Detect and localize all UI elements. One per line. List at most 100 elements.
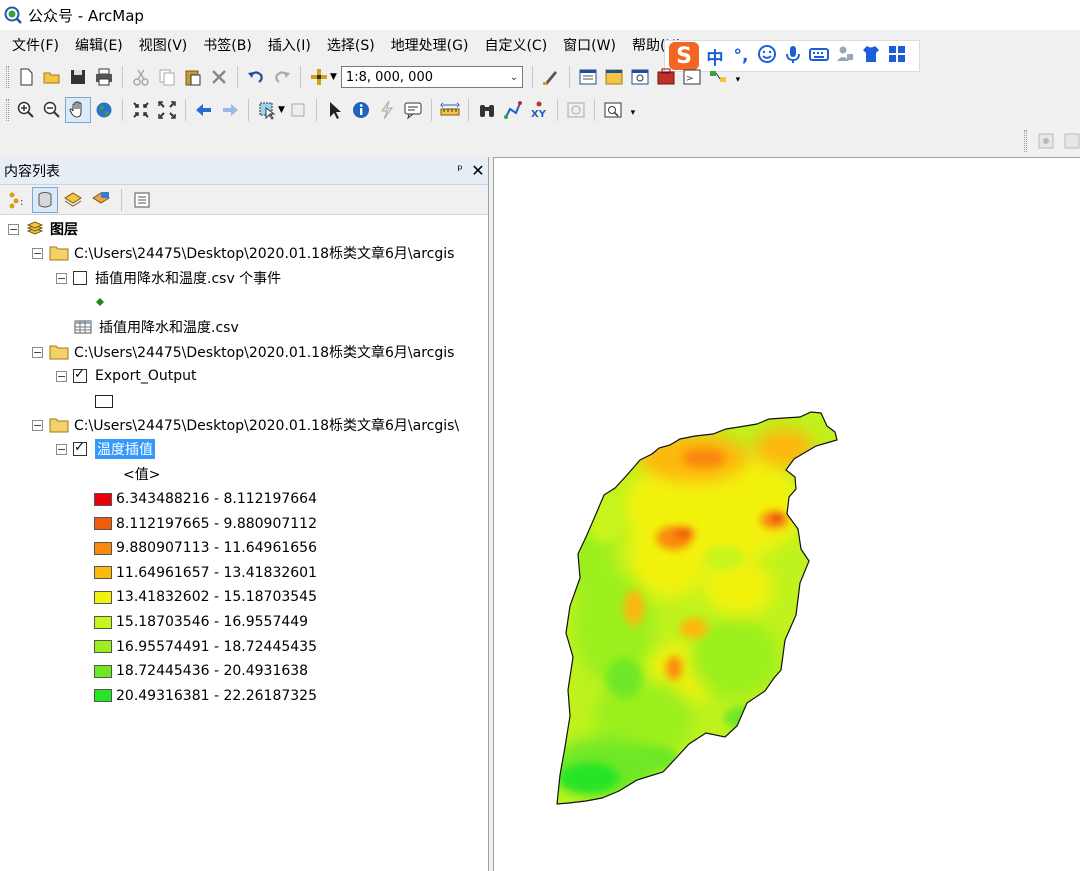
go-back-button[interactable] [191,97,217,123]
cut-button[interactable] [128,64,154,90]
clear-selection-button[interactable] [285,97,311,123]
menu-item-6[interactable]: 地理处理(G) [383,35,477,55]
catalog-window-button[interactable] [601,64,627,90]
collapse-icon[interactable]: − [56,272,67,284]
find-route-button[interactable] [500,97,526,123]
legend-class-row[interactable]: 11.64961657 - 13.41832601 [94,561,317,585]
toc-options-button[interactable] [129,187,155,213]
go-forward-button[interactable] [217,97,243,123]
find-button[interactable] [474,97,500,123]
legend-color-swatch[interactable] [94,615,112,629]
fixed-zoom-out-button[interactable] [154,97,180,123]
legend-class-row[interactable]: 9.880907113 - 11.64961656 [94,536,317,560]
user-icon[interactable] [835,44,855,69]
new-document-button[interactable] [13,64,39,90]
hollow-polygon-symbol[interactable] [95,394,113,408]
select-dropdown-icon[interactable]: ▼ [278,105,285,115]
map-scale-combobox[interactable]: 1:8, 000, 000 ⌄ [340,66,523,88]
list-by-selection-button[interactable] [88,187,114,213]
legend-color-swatch[interactable] [94,689,112,703]
legend-color-swatch[interactable] [94,566,112,580]
collapse-icon[interactable]: − [56,370,67,382]
legend-color-swatch[interactable] [94,664,112,678]
zoom-in-button[interactable] [13,97,39,123]
fixed-zoom-in-button[interactable] [128,97,154,123]
map-canvas[interactable] [494,158,1080,871]
select-features-button[interactable] [254,97,280,123]
identify-button[interactable] [348,97,374,123]
add-data-dropdown-icon[interactable]: ▼ [330,72,337,82]
python-window-button[interactable]: > [679,64,705,90]
redo-button[interactable] [269,64,295,90]
collapse-icon[interactable]: − [8,223,19,235]
pin-icon[interactable]: ᵖ [452,163,468,178]
collapse-icon[interactable]: − [56,443,67,455]
disabled-tool-button-2[interactable] [1061,130,1080,152]
list-by-visibility-button[interactable] [60,187,86,213]
legend-class-row[interactable]: 13.41832602 - 15.18703545 [94,585,317,609]
list-by-drawing-order-button[interactable]: : [4,187,30,213]
chevron-down-icon[interactable]: ⌄ [506,67,522,87]
layer-row-selected[interactable]: − 温度插值 [56,437,155,461]
table-row-item[interactable]: 插值用降水和温度.csv [74,315,239,339]
pan-button[interactable] [65,97,91,123]
table-of-contents-button[interactable] [575,64,601,90]
menu-item-5[interactable]: 选择(S) [319,35,383,55]
legend-class-row[interactable]: 8.112197665 - 9.880907112 [94,512,317,536]
temperature-raster[interactable] [544,398,844,818]
menu-item-2[interactable]: 视图(V) [131,35,196,55]
open-button[interactable] [39,64,65,90]
legend-class-row[interactable]: 15.18703546 - 16.9557449 [94,610,308,634]
map-scale-value[interactable]: 1:8, 000, 000 [342,70,506,85]
source-folder-row[interactable]: − C:\Users\24475\Desktop\2020.01.18栎类文章6… [32,241,454,265]
table-name[interactable]: 插值用降水和温度.csv [99,317,239,337]
undo-button[interactable] [243,64,269,90]
polygon-symbol-row[interactable] [95,389,113,413]
toolbar-grip[interactable] [6,99,9,121]
layers-root-row[interactable]: − 图层 [8,217,78,241]
emoji-icon[interactable] [757,44,777,69]
print-button[interactable] [91,64,117,90]
add-data-button[interactable] [306,64,332,90]
delete-button[interactable] [206,64,232,90]
legend-color-swatch[interactable] [94,492,112,506]
layer-visibility-checkbox[interactable] [73,367,87,383]
go-to-xy-button[interactable]: XY [526,97,552,123]
layer-row[interactable]: − 插值用降水和温度.csv 个事件 [56,266,281,290]
legend-color-swatch[interactable] [94,640,112,654]
legend-color-swatch[interactable] [94,590,112,604]
menu-item-7[interactable]: 自定义(C) [476,35,555,55]
menu-item-8[interactable]: 窗口(W) [555,35,624,55]
point-symbol-row[interactable] [95,290,105,314]
copy-button[interactable] [154,64,180,90]
legend-class-row[interactable]: 6.343488216 - 8.112197664 [94,487,317,511]
layer-row[interactable]: − Export_Output [56,364,196,388]
search-window-button[interactable] [627,64,653,90]
measure-button[interactable] [437,97,463,123]
layer-visibility-checkbox[interactable] [73,440,87,456]
arctoolbox-button[interactable] [653,64,679,90]
list-by-source-button[interactable] [32,186,58,213]
legend-class-row[interactable]: 16.95574491 - 18.72445435 [94,635,317,659]
source-folder-row[interactable]: − C:\Users\24475\Desktop\2020.01.18栎类文章6… [32,340,454,364]
legend-class-row[interactable]: 20.49316381 - 22.26187325 [94,684,317,708]
menu-item-1[interactable]: 编辑(E) [67,35,131,55]
layer-visibility-checkbox[interactable] [73,271,87,285]
html-popup-button[interactable] [400,97,426,123]
close-icon[interactable]: ✕ [468,161,488,180]
legend-class-row[interactable]: 18.72445436 - 20.4931638 [94,659,308,683]
save-button[interactable] [65,64,91,90]
keyboard-icon[interactable] [809,44,829,69]
legend-color-swatch[interactable] [94,517,112,531]
select-elements-button[interactable] [322,97,348,123]
collapse-icon[interactable]: − [32,419,43,431]
toolbar-overflow-icon[interactable]: ▾ [628,102,638,118]
full-extent-button[interactable] [91,97,117,123]
editor-toolbar-button[interactable] [538,64,564,90]
source-folder-row[interactable]: − C:\Users\24475\Desktop\2020.01.18栎类文章6… [32,413,459,437]
modelbuilder-button[interactable] [705,64,731,90]
microphone-icon[interactable] [783,44,803,69]
toolbar-grip[interactable] [6,66,9,88]
legend-color-swatch[interactable] [94,541,112,555]
paste-button[interactable] [180,64,206,90]
